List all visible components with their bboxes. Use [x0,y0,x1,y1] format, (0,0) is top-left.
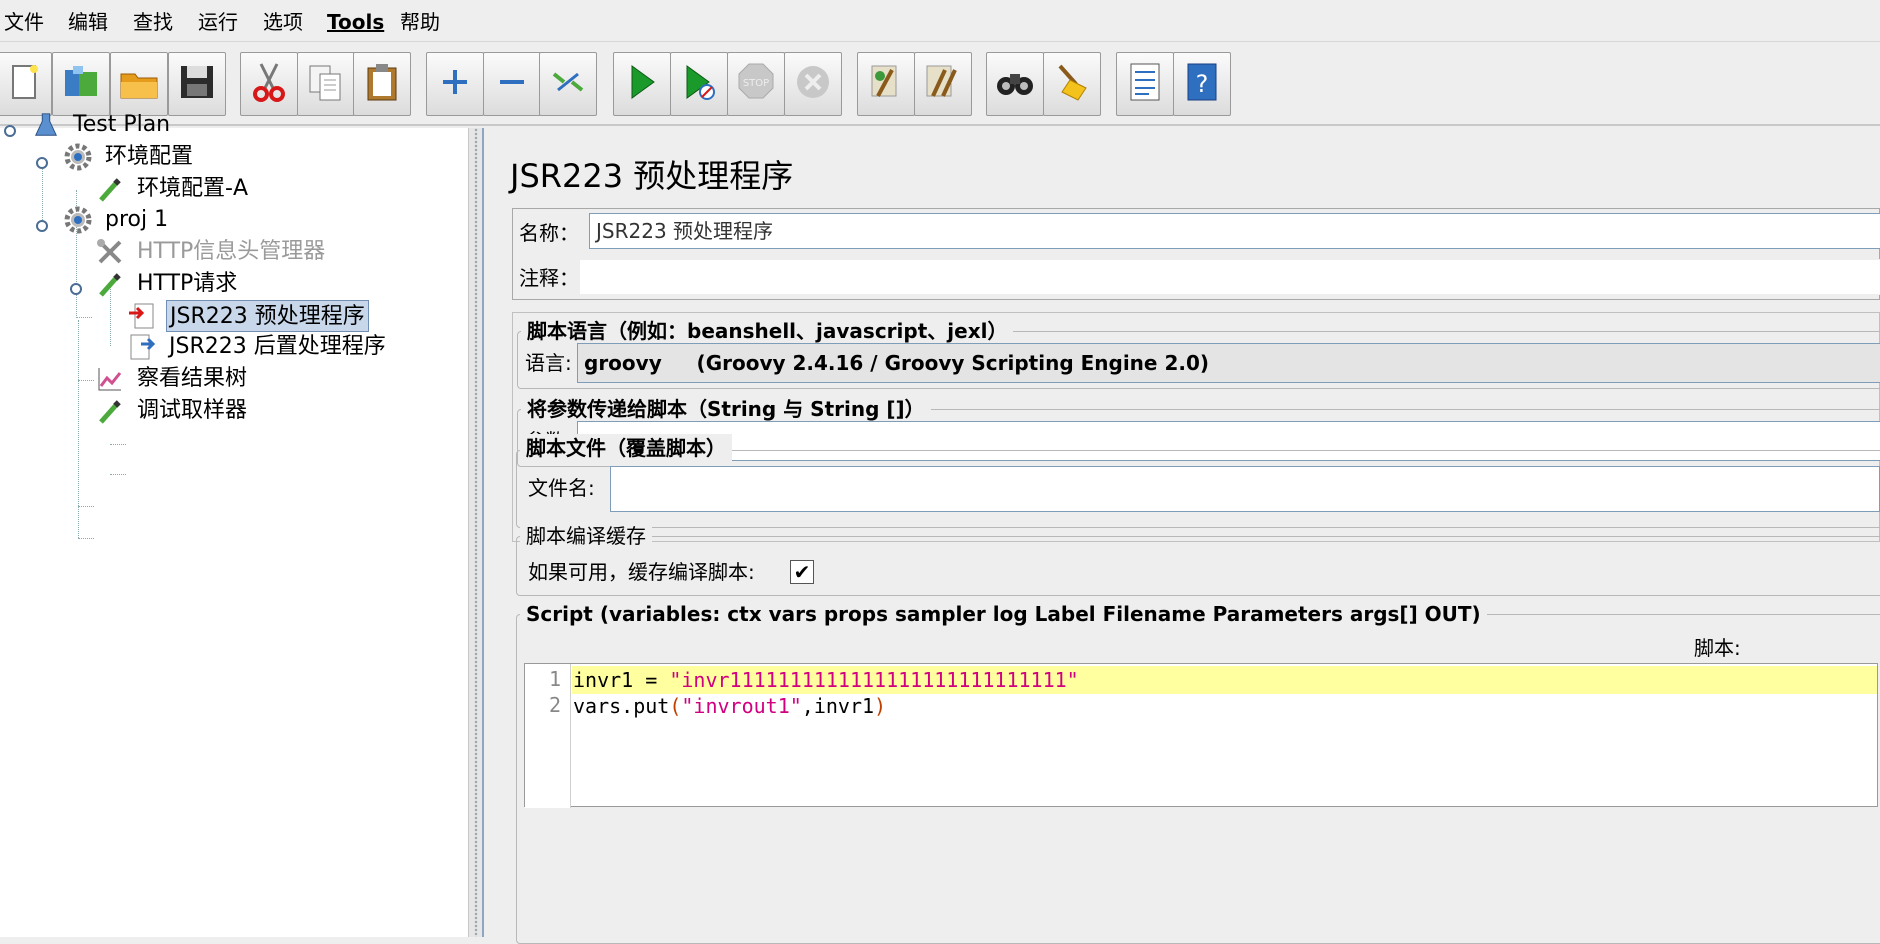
gear-icon [60,202,96,238]
expand-icon [433,60,477,109]
svg-text:?: ? [1196,70,1209,98]
params-group-title: 将参数传递给脚本（String 与 String []） [521,395,931,423]
menu-search[interactable]: 查找 [133,8,173,36]
expand-button[interactable] [426,52,484,116]
paste-icon [360,60,404,109]
save-icon [175,60,219,109]
menu-tools[interactable]: Tools [327,8,384,36]
menu-help[interactable]: 帮助 [400,8,440,36]
flask-icon [28,107,64,143]
tree-toggle-env-config[interactable] [36,157,48,169]
new-icon [1,60,45,109]
post-processor-icon [124,329,160,365]
open-button[interactable] [110,52,168,116]
comment-field[interactable] [579,259,1880,295]
file-name-input[interactable] [610,466,1880,512]
tree-node-pre-processor[interactable]: JSR223 预处理程序 [124,299,369,333]
tools-icon [92,234,128,270]
function-helper-button[interactable] [1116,52,1174,116]
copy-icon [304,60,348,109]
clear-all-button[interactable] [914,52,972,116]
language-label: 语言: [525,351,572,375]
reset-search-button[interactable] [1043,52,1101,116]
tree-toggle-test-plan[interactable] [4,125,16,137]
language-select[interactable]: groovy (Groovy 2.4.16 / Groovy Scripting… [577,343,1880,383]
search-icon [993,60,1037,109]
line-number-gutter: 1 2 [525,664,571,808]
open-icon [117,60,161,109]
script-group-title: Script (variables: ctx vars props sample… [520,600,1487,628]
name-comment-box: 名称： JSR223 预处理程序 注释： [512,208,1880,300]
page-title: JSR223 预处理程序 [510,157,794,195]
line-number: 2 [548,693,561,717]
tree-node-http-header[interactable]: HTTP信息头管理器 [92,235,328,269]
jsr223-preprocessor-panel: JSR223 预处理程序 名称： JSR223 预处理程序 注释： 脚本语言（例… [486,128,1880,944]
tree-node-post-processor[interactable]: JSR223 后置处理程序 [124,330,389,364]
line-number: 1 [548,667,561,691]
name-label: 名称： [519,221,579,245]
menu-file[interactable]: 文件 [4,8,44,36]
script-label: 脚本: [1694,636,1741,660]
collapse-button[interactable] [483,52,541,116]
shutdown-button[interactable] [784,52,842,116]
reset-search-icon [1050,60,1094,109]
tree-node-test-plan[interactable]: Test Plan [28,108,173,142]
dropper-icon [92,171,128,207]
test-plan-tree: Test Plan 环境配置 环境配置-A proj 1 HTTP信息头管理器 … [0,112,468,937]
templates-icon [59,60,103,109]
tree-toggle-http-request[interactable] [70,283,82,295]
cache-group-title: 脚本编译缓存 [520,522,652,550]
dropper-icon [92,266,128,302]
dropper-icon [92,393,128,429]
help-button[interactable]: ? [1173,52,1231,116]
tree-node-debug-sampler[interactable]: 调试取样器 [92,394,250,428]
chart-icon [92,361,128,397]
menu-edit[interactable]: 编辑 [68,8,108,36]
collapse-icon [490,60,534,109]
menu-run[interactable]: 运行 [198,8,238,36]
clear-all-icon [921,60,965,109]
toggle-icon [546,60,590,109]
clear-button[interactable] [857,52,915,116]
tree-node-env-config[interactable]: 环境配置 [60,140,196,174]
code-line-1: invr1 = "invr111111111111111111111111111… [573,668,1079,692]
script-file-group-title: 脚本文件（覆盖脚本） [520,434,732,462]
file-name-label: 文件名: [528,476,595,500]
paste-button[interactable] [353,52,411,116]
gear-icon [60,139,96,175]
start-button[interactable] [613,52,671,116]
tree-node-env-config-a[interactable]: 环境配置-A [92,172,251,206]
comment-label: 注释： [519,266,579,290]
toggle-button[interactable] [539,52,597,116]
tree-node-http-request[interactable]: HTTP请求 [92,267,240,301]
split-pane-divider[interactable] [468,128,484,937]
function-helper-icon [1123,60,1167,109]
cut-icon [247,60,291,109]
help-icon: ? [1180,60,1224,109]
tree-toggle-proj[interactable] [36,220,48,232]
menu-options[interactable]: 选项 [263,8,303,36]
shutdown-icon [791,60,835,109]
cut-button[interactable] [240,52,298,116]
tree-node-results-tree[interactable]: 察看结果树 [92,362,250,396]
stop-icon: STOP [734,60,778,109]
start-no-pauses-icon [677,60,721,109]
start-icon [620,60,664,109]
clear-icon [864,60,908,109]
save-button[interactable] [168,52,226,116]
code-line-2: vars.put("invrout1",invr1) [573,694,887,718]
search-button[interactable] [986,52,1044,116]
copy-button[interactable] [297,52,355,116]
tree-node-proj[interactable]: proj 1 [60,203,171,237]
toolbar: STOP ? [0,44,1880,126]
stop-button[interactable]: STOP [727,52,785,116]
cache-checkbox[interactable]: ✔ [790,560,814,584]
name-field[interactable]: JSR223 预处理程序 [589,213,1880,249]
language-group-title: 脚本语言（例如：beanshell、javascript、jexl） [521,317,1014,345]
start-no-pauses-button[interactable] [670,52,728,116]
script-editor[interactable]: 1 2 invr1 = "invr11111111111111111111111… [524,663,1878,808]
svg-text:STOP: STOP [743,78,769,89]
menu-bar: 文件 编辑 查找 运行 选项 Tools 帮助 [0,0,1880,42]
cache-label: 如果可用，缓存编译脚本: [528,560,755,584]
